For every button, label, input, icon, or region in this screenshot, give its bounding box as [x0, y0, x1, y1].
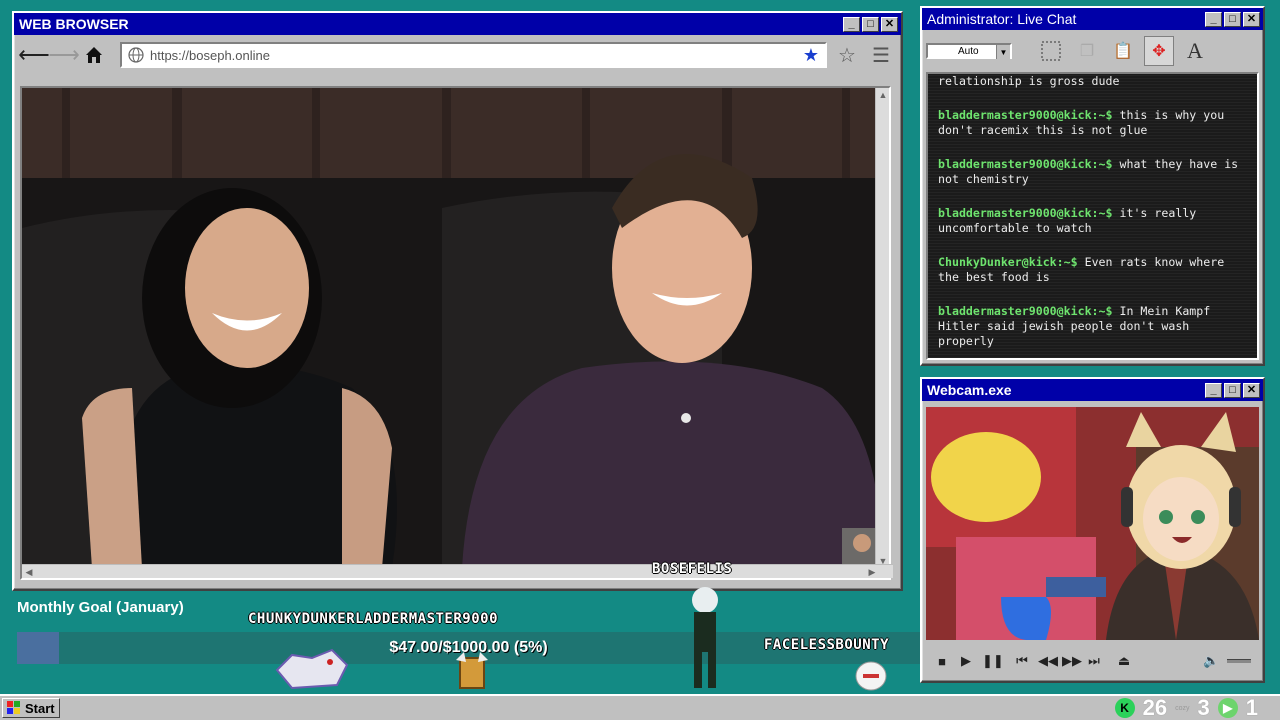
webcam-titlebar: Webcam.exe _ □ ✕: [922, 379, 1263, 401]
maximize-button[interactable]: □: [862, 16, 879, 32]
viewer-name-label: BOSEFELIS: [652, 561, 733, 577]
viewer-name-label: FACELESSBOUNTY: [764, 637, 890, 653]
clipboard-icon[interactable]: 📋: [1108, 36, 1138, 66]
chat-log[interactable]: relationship is gross dude bladdermaster…: [926, 72, 1259, 360]
browser-toolbar: ⟵ ⟶ https://boseph.online ★ ☆ ☰: [14, 35, 901, 75]
browser-viewport: ▲ ▼ ◀ ▶: [20, 86, 893, 580]
chat-message: bladdermaster9000@kick:~$ what they have…: [938, 157, 1247, 187]
webcam-window: Webcam.exe _ □ ✕ ■ ▶ ❚❚ ⏮ ◀◀ ▶▶ ⏭ ⏏ 🔈: [920, 377, 1265, 683]
chat-username: bladdermaster9000@kick:~$: [938, 157, 1113, 171]
fast-forward-icon[interactable]: ▶▶: [1062, 653, 1082, 669]
chat-username: bladdermaster9000@kick:~$: [938, 206, 1113, 220]
auto-select-value: Auto: [958, 45, 979, 57]
start-label: Start: [25, 700, 55, 716]
horizontal-scrollbar[interactable]: ◀ ▶: [22, 564, 893, 578]
goal-title: Monthly Goal (January): [17, 599, 184, 616]
chat-message: bladdermaster9000@kick:~$ this is why yo…: [938, 108, 1247, 138]
font-icon[interactable]: A: [1180, 36, 1210, 66]
back-arrow-icon[interactable]: ⟵: [18, 41, 50, 69]
ghost-sprite-icon: [855, 661, 887, 691]
maximize-button[interactable]: □: [1224, 11, 1241, 27]
maximize-button[interactable]: □: [1224, 382, 1241, 398]
chat-message: bladdermaster9000@kick:~$ it's really un…: [938, 206, 1247, 236]
system-tray: K 26 cozy 3 ▶ 1: [1114, 695, 1280, 720]
chat-username: bladdermaster9000@kick:~$: [938, 108, 1113, 122]
favorites-star-icon[interactable]: ☆: [833, 41, 861, 69]
rewind-icon[interactable]: ◀◀: [1038, 653, 1058, 669]
video-scene-image: [22, 88, 881, 568]
scroll-right-icon[interactable]: ▶: [865, 565, 879, 579]
tray-count-1: 26: [1142, 695, 1168, 720]
skip-forward-icon[interactable]: ⏭: [1086, 653, 1102, 669]
chat-message: ChunkyDunker@kick:~$ Even rats know wher…: [938, 255, 1247, 285]
chat-username: bladdermaster9000@kick:~$: [938, 304, 1113, 318]
auto-select[interactable]: Auto ▼: [926, 43, 1012, 59]
globe-icon: [128, 47, 144, 63]
knight-sprite-icon: [456, 652, 488, 689]
scroll-up-icon[interactable]: ▲: [876, 88, 890, 102]
close-button[interactable]: ✕: [1243, 11, 1260, 27]
volume-icon[interactable]: 🔈: [1203, 653, 1219, 669]
chat-message: bladdermaster9000@kick:~$ In Mein Kampf …: [938, 304, 1247, 349]
close-button[interactable]: ✕: [1243, 382, 1260, 398]
browser-titlebar: WEB BROWSER _ □ ✕: [14, 13, 901, 35]
move-icon[interactable]: ✥: [1144, 36, 1174, 66]
minimize-button[interactable]: _: [1205, 11, 1222, 27]
chevron-down-icon[interactable]: ▼: [996, 45, 1010, 59]
address-bar[interactable]: https://boseph.online ★: [120, 42, 827, 68]
scroll-left-icon[interactable]: ◀: [22, 565, 36, 579]
rumble-logo-icon: ▶: [1217, 698, 1238, 718]
home-icon[interactable]: [80, 41, 108, 69]
video-frame[interactable]: [22, 88, 881, 568]
copy-icon[interactable]: ❐: [1072, 36, 1102, 66]
tray-count-2: 3: [1197, 695, 1210, 720]
close-button[interactable]: ✕: [881, 16, 898, 32]
media-controls: ■ ▶ ❚❚ ⏮ ◀◀ ▶▶ ⏭ ⏏ 🔈: [926, 645, 1259, 677]
skip-back-icon[interactable]: ⏮: [1014, 653, 1030, 669]
tray-label: cozy: [1175, 704, 1190, 712]
menu-icon[interactable]: ☰: [867, 41, 895, 69]
url-text: https://boseph.online: [150, 47, 270, 63]
select-rect-icon[interactable]: [1036, 36, 1066, 66]
ninja-sprite-icon: [692, 587, 718, 688]
taskbar: Start K 26 cozy 3 ▶ 1: [0, 694, 1280, 720]
bookmark-star-icon[interactable]: ★: [803, 45, 819, 66]
windows-logo-icon: [7, 701, 20, 714]
play-icon[interactable]: ▶: [958, 653, 974, 669]
browser-window: WEB BROWSER _ □ ✕ ⟵ ⟶ https://boseph.onl…: [12, 11, 903, 591]
chat-toolbar: Auto ▼ ❐ 📋 ✥ A: [922, 30, 1263, 72]
webcam-view: [926, 407, 1259, 640]
forward-arrow-icon[interactable]: ⟶: [48, 41, 80, 69]
vertical-scrollbar[interactable]: ▲ ▼: [875, 88, 889, 568]
stop-icon[interactable]: ■: [934, 654, 950, 669]
browser-title: WEB BROWSER: [19, 16, 129, 32]
wolf-sprite-icon: [275, 648, 349, 690]
chat-title: Administrator: Live Chat: [927, 11, 1077, 27]
kick-logo-icon: K: [1114, 698, 1135, 718]
tray-count-3: 1: [1245, 695, 1258, 720]
chat-partial-line: relationship is gross dude: [938, 74, 1120, 88]
start-button[interactable]: Start: [2, 698, 60, 718]
pause-icon[interactable]: ❚❚: [982, 653, 1004, 669]
eject-icon[interactable]: ⏏: [1116, 653, 1132, 669]
volume-slider[interactable]: [1227, 659, 1251, 663]
chat-window: Administrator: Live Chat _ □ ✕ Auto ▼ ❐ …: [920, 6, 1265, 366]
webcam-title: Webcam.exe: [927, 382, 1012, 398]
anime-avatar-image: [926, 407, 1259, 640]
chat-username: ChunkyDunker@kick:~$: [938, 255, 1078, 269]
minimize-button[interactable]: _: [843, 16, 860, 32]
viewer-name-label: CHUNKYDUNKERLADDERMASTER9000: [248, 611, 499, 627]
minimize-button[interactable]: _: [1205, 382, 1222, 398]
chat-titlebar: Administrator: Live Chat _ □ ✕: [922, 8, 1263, 30]
